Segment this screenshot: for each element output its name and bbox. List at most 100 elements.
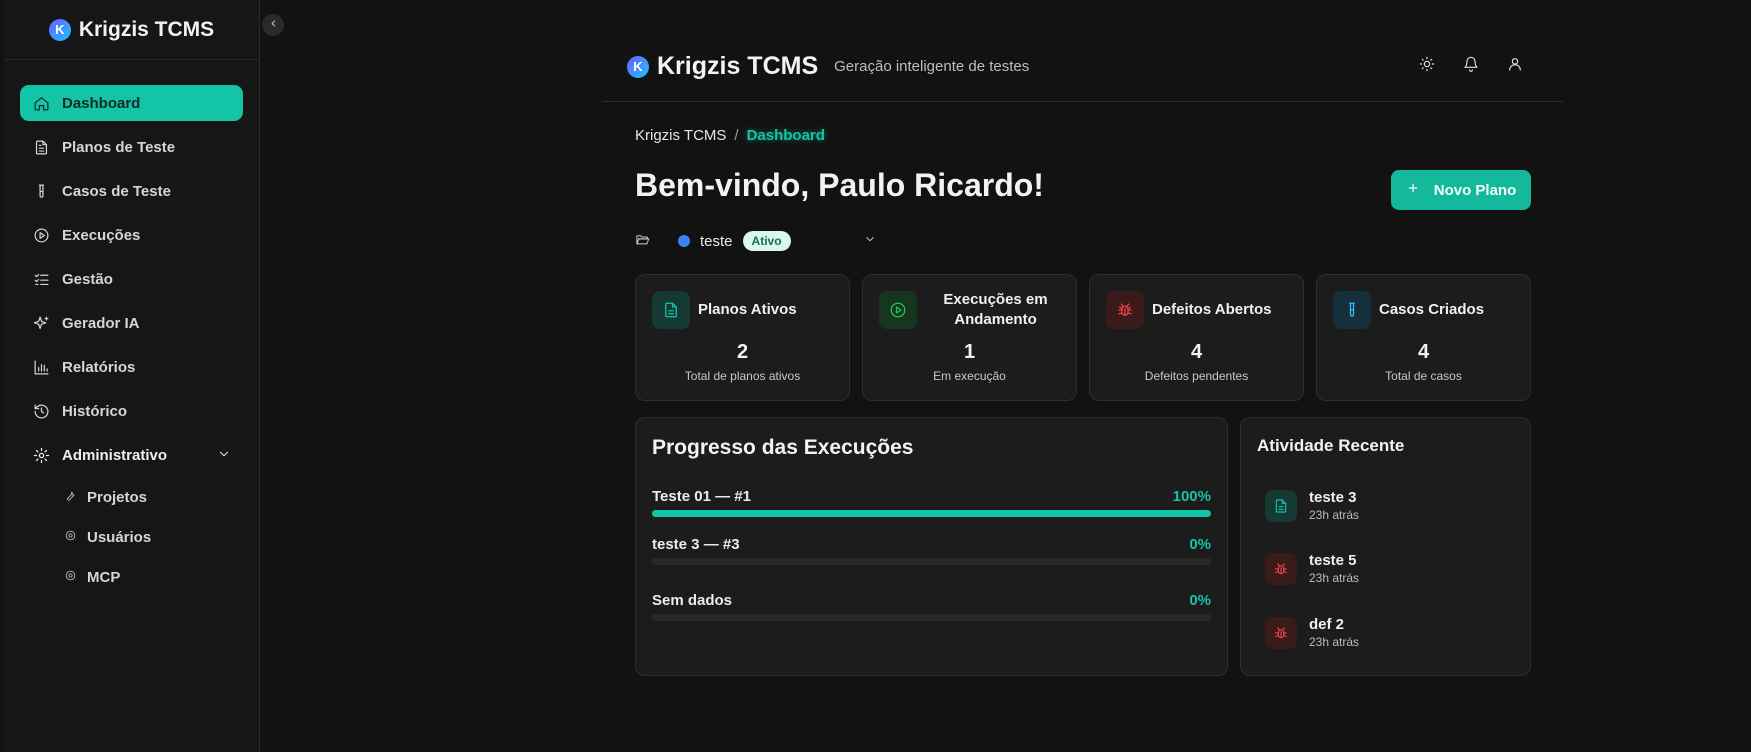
sidebar-item-label: Planos de Teste <box>62 138 176 156</box>
play-circle-icon <box>32 226 50 244</box>
activity-item[interactable]: teste 5 23h atrás <box>1265 552 1359 585</box>
progress-percent: 100% <box>1172 488 1211 505</box>
sidebar-item-gestao[interactable]: Gestão <box>20 261 243 297</box>
bell-icon[interactable] <box>1463 56 1479 77</box>
stat-value: 4 <box>1417 341 1430 363</box>
activity-item[interactable]: def 2 23h atrás <box>1265 616 1359 649</box>
breadcrumb-current: Dashboard <box>746 127 825 144</box>
stat-title: Casos Criados <box>1379 301 1485 318</box>
progress-bar <box>652 614 1211 621</box>
stat-description: Defeitos pendentes <box>1144 369 1249 383</box>
panel-title: Progresso das Execuções <box>652 436 914 459</box>
progress-label: Teste 01 — #1 <box>652 488 751 505</box>
sun-icon[interactable] <box>1419 56 1435 77</box>
project-name: teste <box>700 232 733 250</box>
sidebar-subitem-label: Usuários <box>87 528 152 546</box>
sidebar-subitem-mcp[interactable]: MCP <box>64 561 243 593</box>
stat-title: Defeitos Abertos <box>1152 301 1272 318</box>
wrench-icon <box>64 489 77 506</box>
progress-label: teste 3 — #3 <box>652 536 740 553</box>
progress-bar-fill <box>652 510 1211 517</box>
stat-value: 2 <box>736 341 749 363</box>
sidebar-subitem-projetos[interactable]: Projetos <box>64 481 243 513</box>
sidebar: K Krigzis TCMS Dashboard Planos de Teste… <box>4 0 260 752</box>
sidebar-item-label: Casos de Teste <box>62 182 171 200</box>
activity-time: 23h atrás <box>1309 571 1360 585</box>
activity-name: def 2 <box>1309 616 1345 633</box>
home-icon <box>32 94 50 112</box>
sidebar-item-execucoes[interactable]: Execuções <box>20 217 243 253</box>
file-text-icon <box>1265 489 1297 522</box>
sidebar-item-gerador-ia[interactable]: Gerador IA <box>20 305 243 341</box>
sidebar-brand[interactable]: K Krigzis TCMS <box>4 0 259 60</box>
status-badge: Ativo <box>742 231 791 251</box>
sidebar-subitem-label: MCP <box>87 568 121 586</box>
progress-row[interactable]: Sem dados 0% <box>652 592 1211 621</box>
bug-icon <box>1265 552 1297 585</box>
sidebar-nav: Dashboard Planos de Teste Casos de Teste… <box>4 60 259 593</box>
file-text-icon <box>32 138 50 156</box>
sidebar-item-administrativo[interactable]: Administrativo <box>20 437 243 473</box>
sidebar-item-relatorios[interactable]: Relatórios <box>20 349 243 385</box>
progress-percent: 0% <box>1189 536 1211 553</box>
bug-icon <box>1265 616 1297 649</box>
gear-icon <box>32 446 50 464</box>
test-tube-icon <box>32 182 50 200</box>
execution-progress-panel: Progresso das Execuções Teste 01 — #1 10… <box>635 417 1228 676</box>
activity-time: 23h atrás <box>1309 635 1360 649</box>
breadcrumb-root[interactable]: Krigzis TCMS <box>635 127 726 144</box>
stat-value: 1 <box>963 341 976 363</box>
play-circle-icon <box>879 291 917 329</box>
history-icon <box>32 402 50 420</box>
breadcrumb-separator: / <box>734 127 739 144</box>
header-app-name: Krigzis TCMS <box>657 52 819 80</box>
logo-icon: K <box>627 55 649 78</box>
sidebar-item-planos[interactable]: Planos de Teste <box>20 129 243 165</box>
header-actions <box>1419 56 1523 77</box>
sidebar-item-label: Administrativo <box>62 446 168 464</box>
progress-label: Sem dados <box>652 592 733 609</box>
chevron-down-icon <box>217 447 231 465</box>
progress-row[interactable]: Teste 01 — #1 100% <box>652 488 1211 517</box>
project-selector[interactable]: teste Ativo <box>635 231 877 251</box>
header-tagline: Geração inteligente de testes <box>834 58 1030 75</box>
chevron-left-icon <box>268 16 279 34</box>
sidebar-item-historico[interactable]: Histórico <box>20 393 243 429</box>
sidebar-item-dashboard[interactable]: Dashboard <box>20 85 243 121</box>
progress-bar <box>652 558 1211 565</box>
bar-chart-icon <box>32 358 50 376</box>
stat-card-execucoes[interactable]: Execuções em Andamento 1 Em execução <box>862 274 1077 401</box>
header-brand[interactable]: K Krigzis TCMS Geração inteligente de te… <box>627 52 1029 81</box>
sidebar-item-casos[interactable]: Casos de Teste <box>20 173 243 209</box>
collapse-sidebar-button[interactable] <box>262 14 284 36</box>
stat-card-planos-ativos[interactable]: Planos Ativos 2 Total de planos ativos <box>635 274 850 401</box>
recent-activity-panel: Atividade Recente teste 3 23h atrás test… <box>1240 417 1531 676</box>
stat-description: Total de casos <box>1385 369 1462 383</box>
progress-row[interactable]: teste 3 — #3 0% <box>652 536 1211 565</box>
progress-percent: 0% <box>1189 592 1211 609</box>
sidebar-subitem-usuarios[interactable]: Usuários <box>64 521 243 553</box>
sparkles-icon <box>32 314 50 332</box>
sidebar-item-label: Relatórios <box>62 358 136 376</box>
folder-open-icon <box>635 232 650 251</box>
user-icon[interactable] <box>1507 56 1523 77</box>
page-title: Bem-vindo, Paulo Ricardo! <box>635 167 1044 203</box>
stat-card-defeitos[interactable]: Defeitos Abertos 4 Defeitos pendentes <box>1089 274 1304 401</box>
breadcrumb: Krigzis TCMS / Dashboard <box>635 127 825 144</box>
chevron-down-icon[interactable] <box>863 232 877 250</box>
app-name: Krigzis TCMS <box>78 17 215 41</box>
panel-title: Atividade Recente <box>1257 436 1405 455</box>
new-plan-button[interactable]: Novo Plano <box>1391 170 1531 210</box>
sidebar-item-label: Gerador IA <box>62 314 140 332</box>
activity-item[interactable]: teste 3 23h atrás <box>1265 489 1359 522</box>
test-tube-icon <box>1333 291 1371 329</box>
logo-icon: K <box>48 18 71 41</box>
list-checks-icon <box>32 270 50 288</box>
sidebar-item-label: Execuções <box>62 226 141 244</box>
stat-title: Planos Ativos <box>698 301 797 318</box>
activity-time: 23h atrás <box>1309 508 1360 522</box>
file-text-icon <box>652 291 690 329</box>
gear-icon <box>64 569 77 586</box>
stat-description: Total de planos ativos <box>684 369 801 383</box>
stat-card-casos[interactable]: Casos Criados 4 Total de casos <box>1316 274 1531 401</box>
